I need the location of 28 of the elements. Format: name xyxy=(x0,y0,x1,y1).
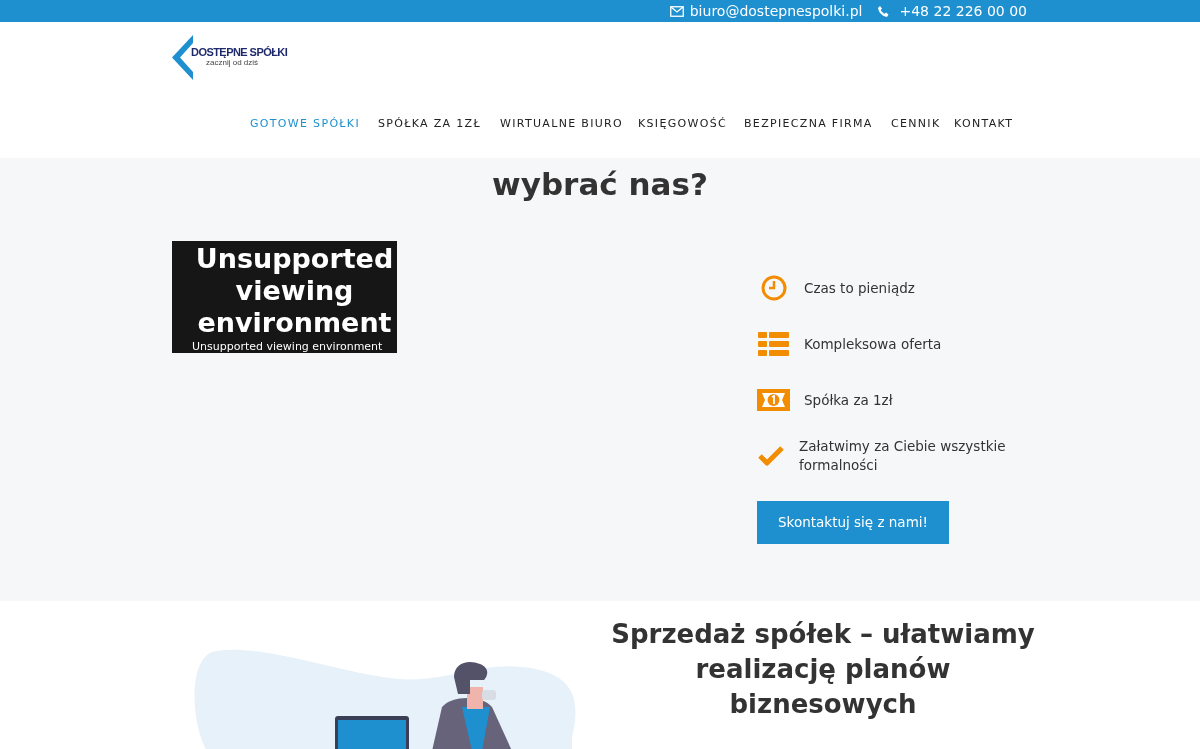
list-icon xyxy=(758,332,789,356)
envelope-icon xyxy=(669,5,684,17)
nav-link[interactable]: GOTOWE SPÓŁKI xyxy=(250,116,378,131)
clock-icon xyxy=(760,275,787,301)
feature-text: Czas to pieniądz xyxy=(804,278,915,298)
section-heading: wybrać nas? xyxy=(491,165,709,204)
logo-name: DOSTĘPNE SPÓŁKI xyxy=(191,47,288,58)
feature-text: Kompleksowa oferta xyxy=(804,334,942,354)
phone-icon xyxy=(878,5,890,17)
logo-tagline: zacznij od dziś xyxy=(205,58,260,68)
nav-link[interactable]: SPÓŁKA ZA 1ZŁ xyxy=(378,116,500,131)
banknote-icon xyxy=(757,389,790,411)
contact-button[interactable]: Skontaktuj się z nami! xyxy=(757,501,949,544)
phone-link[interactable]: +48 22 226 00 00 xyxy=(899,0,1027,22)
nav-link[interactable]: KONTAKT xyxy=(954,116,1024,131)
nav-link[interactable]: CENNIK xyxy=(891,116,954,131)
video-caption: Unsupported viewing environment xyxy=(192,341,383,352)
nav-link[interactable]: WIRTUALNE BIURO xyxy=(500,116,638,131)
checkmark-icon xyxy=(757,445,785,467)
feature-text: Spółka za 1zł xyxy=(804,390,893,410)
nav-link[interactable]: KSIĘGOWOŚĆ xyxy=(638,116,744,131)
email-link[interactable]: biuro@dostepnespolki.pl xyxy=(689,0,863,22)
nav-link[interactable]: BEZPIECZNA FIRMA xyxy=(744,116,891,131)
video-title: Unsupported viewing environment xyxy=(194,243,395,339)
feature-text: Załatwimy za Ciebie wszystkie formalności xyxy=(799,437,1007,475)
video-player[interactable]: Unsupported viewing environment Unsupported viewing environment xyxy=(172,241,397,353)
logo[interactable]: DOSTĘPNE SPÓŁKI zacznij od dziś xyxy=(172,35,288,80)
section-heading: Sprzedaż spółek – ułatwiamy realizację planów biznesowych xyxy=(610,618,1036,721)
